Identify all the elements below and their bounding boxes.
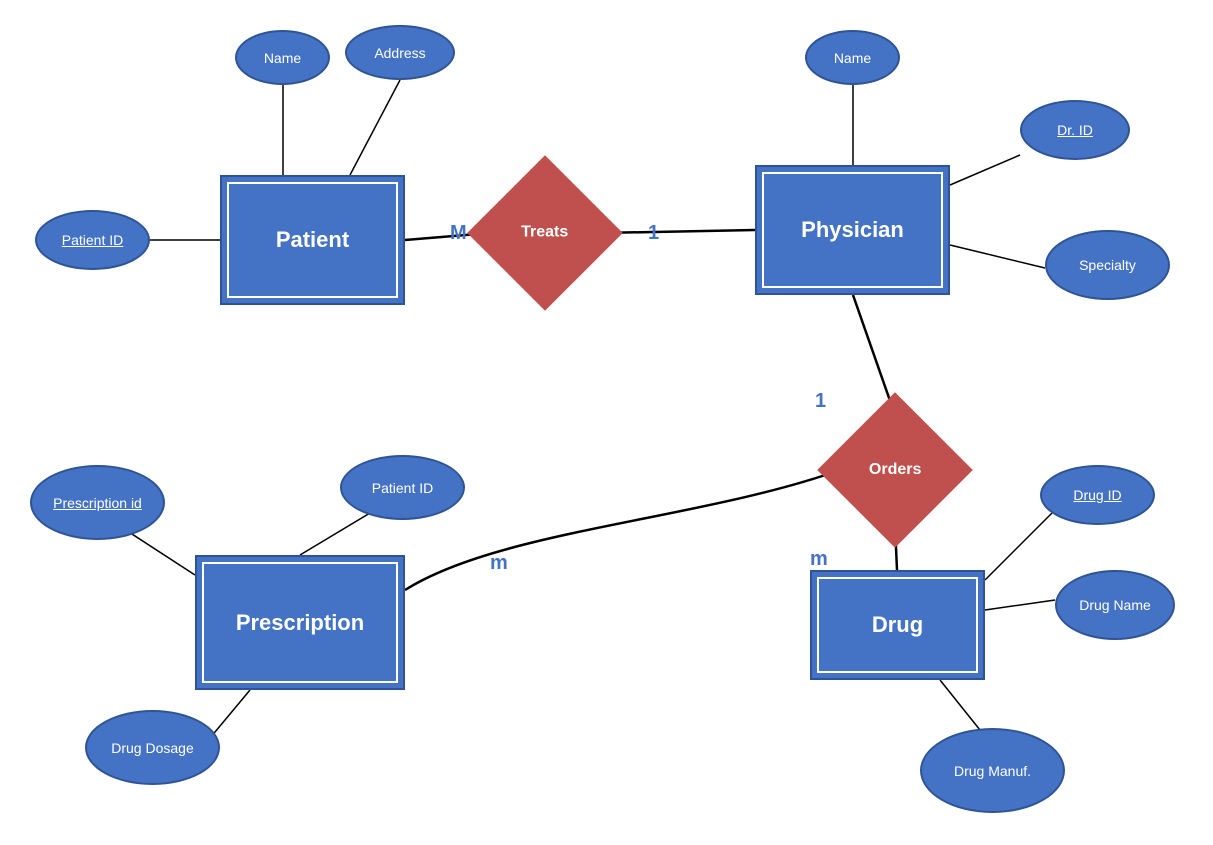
patient-address-attr: Address [345, 25, 455, 80]
drug-id-attr: Drug ID [1040, 465, 1155, 525]
physician-specialty-attr: Specialty [1045, 230, 1170, 300]
physician-entity: Physician [755, 165, 950, 295]
patient-label: Patient [276, 227, 349, 253]
drug-label: Drug [872, 612, 923, 638]
patient-entity: Patient [220, 175, 405, 305]
treats-relationship: Treats [467, 155, 623, 311]
drug-manuf-attr: Drug Manuf. [920, 728, 1065, 813]
orders-relationship: Orders [817, 392, 973, 548]
physician-label: Physician [801, 217, 904, 243]
patient-id-attr: Patient ID [35, 210, 150, 270]
physician-name-attr: Name [805, 30, 900, 85]
drug-entity-inner: Drug [817, 577, 978, 673]
patient-entity-inner: Patient [227, 182, 398, 298]
drug-m-cardinality: m [810, 548, 828, 571]
treats-m-cardinality: M [450, 222, 467, 245]
prescription-drug-dosage-attr: Drug Dosage [85, 710, 220, 785]
prescription-label: Prescription [236, 610, 364, 636]
physician-entity-inner: Physician [762, 172, 943, 288]
patient-name-attr: Name [235, 30, 330, 85]
treats-1-cardinality: 1 [648, 222, 659, 245]
physician-dr-id-attr: Dr. ID [1020, 100, 1130, 160]
orders-1-cardinality: 1 [815, 390, 826, 413]
orders-m-cardinality: m [490, 552, 508, 575]
er-diagram: Patient Physician Prescription Drug Trea… [0, 0, 1213, 845]
prescription-patient-id-attr: Patient ID [340, 455, 465, 520]
prescription-entity: Prescription [195, 555, 405, 690]
drug-name-attr: Drug Name [1055, 570, 1175, 640]
prescription-entity-inner: Prescription [202, 562, 398, 683]
treats-label: Treats [521, 224, 568, 242]
prescription-id-attr: Prescription id [30, 465, 165, 540]
drug-entity: Drug [810, 570, 985, 680]
orders-label: Orders [869, 461, 921, 479]
